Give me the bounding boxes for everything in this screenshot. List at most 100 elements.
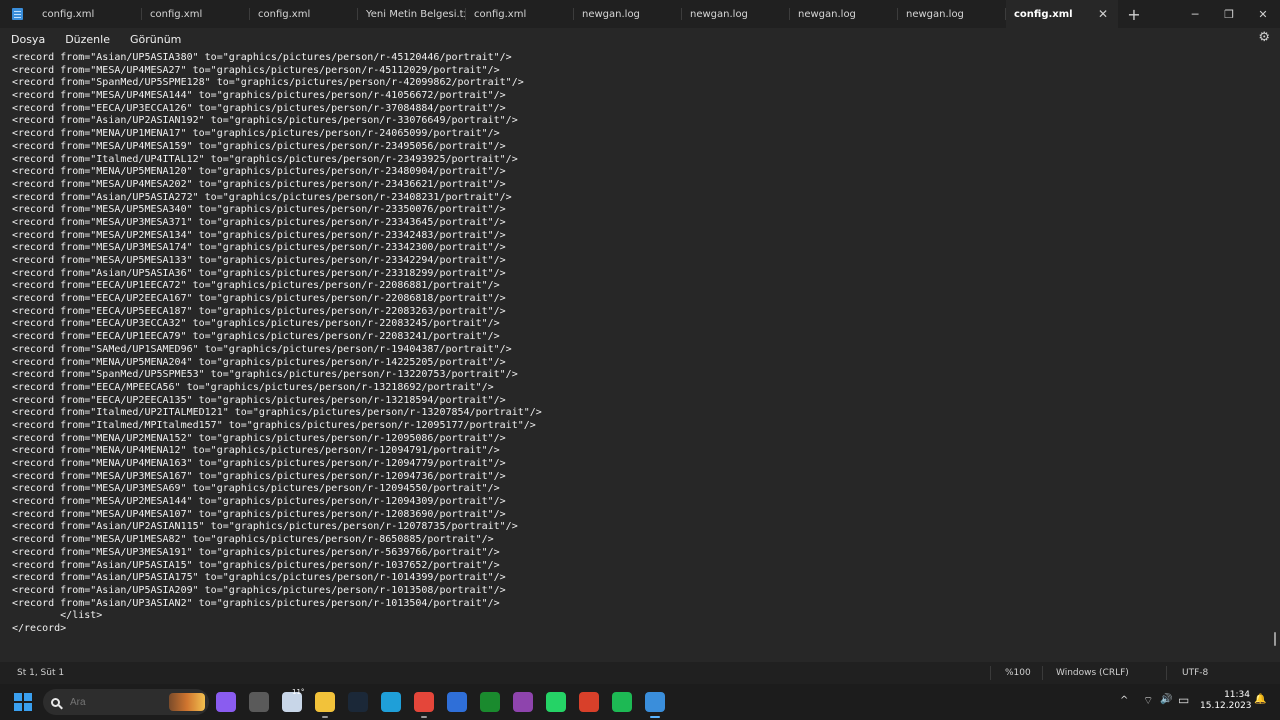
editor-line: <record from="MENA/UP2MENA152" to="graph… <box>12 432 506 444</box>
window-controls: ─ ❐ ✕ <box>1178 0 1280 28</box>
editor-line: <record from="MESA/UP4MESA144" to="graph… <box>12 90 506 102</box>
editor-line: <record from="Asian/UP5ASIA380" to="grap… <box>12 52 512 63</box>
editor-line: <record from="Asian/UP5ASIA272" to="grap… <box>12 191 512 203</box>
clock[interactable]: 11:34 15.12.2023 <box>1200 690 1252 712</box>
maximize-button[interactable]: ❐ <box>1212 0 1246 28</box>
editor-line: <record from="Italmed/MPItalmed157" to="… <box>12 419 536 431</box>
editor-line: <record from="SpanMed/UP5SPME53" to="gra… <box>12 369 518 381</box>
editor-line: <record from="Asian/UP3ASIAN2" to="graph… <box>12 597 500 609</box>
editor-line: <record from="MESA/UP3MESA371" to="graph… <box>12 216 506 228</box>
clock-time: 11:34 <box>1224 690 1250 700</box>
editor-line: <record from="MESA/UP5MESA340" to="graph… <box>12 204 506 216</box>
text-editor[interactable]: <record from="Asian/UP5ASIA380" to="grap… <box>0 50 1270 662</box>
tab-label: newgan.log <box>798 8 856 20</box>
tab-label: config.xml <box>1014 8 1073 20</box>
menu-bar: Dosya Düzenle Görünüm ⚙ <box>0 28 1280 50</box>
tab-label: config.xml <box>150 8 203 20</box>
editor-line: <record from="EECA/UP2EECA167" to="graph… <box>12 293 506 305</box>
tab-config-xml-1[interactable]: config.xml <box>34 0 142 28</box>
editor-line: <record from="SAMed/UP1SAMED96" to="grap… <box>12 343 512 355</box>
editor-line: <record from="Italmed/UP2ITALMED121" to=… <box>12 407 542 419</box>
editor-line: <record from="MENA/UP1MENA17" to="graphi… <box>12 128 500 140</box>
editor-line: <record from="MESA/UP4MESA202" to="graph… <box>12 178 506 190</box>
new-tab-button[interactable]: + <box>1118 0 1150 28</box>
editor-line: <record from="Asian/UP5ASIA15" to="graph… <box>12 559 500 571</box>
start-button-windows-icon[interactable] <box>14 693 32 711</box>
title-bar: config.xml config.xml config.xml Yeni Me… <box>0 0 1280 28</box>
tab-close-icon[interactable]: ✕ <box>1098 7 1108 21</box>
encoding[interactable]: UTF-8 <box>1182 668 1208 678</box>
editor-line: </record> <box>12 622 67 634</box>
editor-line: <record from="EECA/UP5EECA187" to="graph… <box>12 305 506 317</box>
steam-icon[interactable] <box>348 692 368 712</box>
wifi-icon[interactable]: ⌔ <box>1143 694 1153 708</box>
tab-config-xml-active[interactable]: config.xml ✕ <box>1006 0 1118 28</box>
minimize-button[interactable]: ─ <box>1178 0 1212 28</box>
tab-config-xml-4[interactable]: config.xml <box>466 0 574 28</box>
file-explorer-icon[interactable] <box>315 692 335 718</box>
tab-newgan-log-4[interactable]: newgan.log <box>898 0 1006 28</box>
app-red-icon[interactable] <box>579 692 599 712</box>
editor-line: <record from="EECA/MPEECA56" to="graphic… <box>12 381 494 393</box>
search-icon <box>51 697 60 707</box>
edge-icon[interactable] <box>381 692 401 712</box>
editor-line: <record from="MESA/UP5MESA133" to="graph… <box>12 255 506 266</box>
menu-edit[interactable]: Düzenle <box>65 33 110 46</box>
editor-line: <record from="EECA/UP3ECCA126" to="graph… <box>12 102 506 114</box>
menu-view[interactable]: Görünüm <box>130 33 181 46</box>
chrome-icon[interactable] <box>414 692 434 718</box>
tab-newgan-log-3[interactable]: newgan.log <box>790 0 898 28</box>
tab-newgan-log-1[interactable]: newgan.log <box>574 0 682 28</box>
battery-icon[interactable]: ▭ <box>1178 693 1189 707</box>
volume-icon[interactable]: 🔊 <box>1160 694 1172 705</box>
editor-line: <record from="EECA/UP1EECA79" to="graphi… <box>12 331 500 343</box>
notepad-icon[interactable] <box>645 692 665 718</box>
zoom-level[interactable]: %100 <box>1005 668 1031 678</box>
status-divider <box>1166 666 1167 680</box>
editor-line: <record from="MESA/UP1MESA82" to="graphi… <box>12 534 494 546</box>
tab-config-xml-2[interactable]: config.xml <box>142 0 250 28</box>
taskbar: 11° ^ ⌔ 🔊 ▭ 11:34 15.12.2023 🔔 <box>0 684 1280 720</box>
taskbar-search[interactable] <box>43 689 209 715</box>
status-bar: St 1, Süt 1 %100 Windows (CRLF) UTF-8 <box>0 662 1280 684</box>
whatsapp-icon[interactable] <box>546 692 566 712</box>
search-input[interactable] <box>70 696 160 708</box>
tab-label: Yeni Metin Belgesi.txt <box>366 8 466 20</box>
spotify-icon[interactable] <box>612 692 632 712</box>
game-bar-icon[interactable] <box>513 692 533 712</box>
notepad-app-icon <box>0 0 34 28</box>
editor-line: <record from="Asian/UP2ASIAN115" to="gra… <box>12 521 518 533</box>
editor-line: <record from="Asian/UP2ASIAN192" to="gra… <box>12 115 518 127</box>
editor-line: <record from="MESA/UP2MESA134" to="graph… <box>12 229 506 241</box>
tab-newgan-log-2[interactable]: newgan.log <box>682 0 790 28</box>
editor-line: <record from="SpanMed/UP5SPME128" to="gr… <box>12 77 524 89</box>
line-ending[interactable]: Windows (CRLF) <box>1056 668 1129 678</box>
tab-label: newgan.log <box>690 8 748 20</box>
editor-line: <record from="MESA/UP4MESA107" to="graph… <box>12 508 506 520</box>
close-button[interactable]: ✕ <box>1246 0 1280 28</box>
editor-line: <record from="MESA/UP3MESA174" to="graph… <box>12 242 506 254</box>
editor-line: <record from="EECA/UP1EECA72" to="graphi… <box>12 280 500 292</box>
editor-line: <record from="EECA/UP3ECCA32" to="graphi… <box>12 318 500 330</box>
editor-line: <record from="Asian/UP5ASIA209" to="grap… <box>12 584 506 596</box>
editor-line: </list> <box>12 610 103 622</box>
tab-label: newgan.log <box>906 8 964 20</box>
notification-bell-icon[interactable]: 🔔 <box>1254 694 1266 705</box>
tab-label: newgan.log <box>582 8 640 20</box>
store-icon[interactable] <box>447 692 467 712</box>
status-divider <box>990 666 991 680</box>
menu-file[interactable]: Dosya <box>11 33 45 46</box>
editor-line: <record from="Asian/UP5ASIA175" to="grap… <box>12 572 506 584</box>
tray-chevron-icon[interactable]: ^ <box>1120 695 1128 706</box>
settings-gear-icon[interactable]: ⚙ <box>1258 30 1270 45</box>
vertical-scrollbar[interactable] <box>1274 632 1276 646</box>
tab-config-xml-3[interactable]: config.xml <box>250 0 358 28</box>
editor-line: <record from="MESA/UP3MESA69" to="graphi… <box>12 483 500 495</box>
copilot-icon[interactable] <box>216 692 236 712</box>
tab-yeni-metin-belgesi[interactable]: Yeni Metin Belgesi.txt <box>358 0 466 28</box>
editor-line: <record from="MENA/UP5MENA204" to="graph… <box>12 356 506 368</box>
cursor-position: St 1, Süt 1 <box>17 668 65 678</box>
editor-line: <record from="Italmed/UP4ITAL12" to="gra… <box>12 153 518 165</box>
xbox-icon[interactable] <box>480 692 500 712</box>
task-view-icon[interactable] <box>249 692 269 712</box>
